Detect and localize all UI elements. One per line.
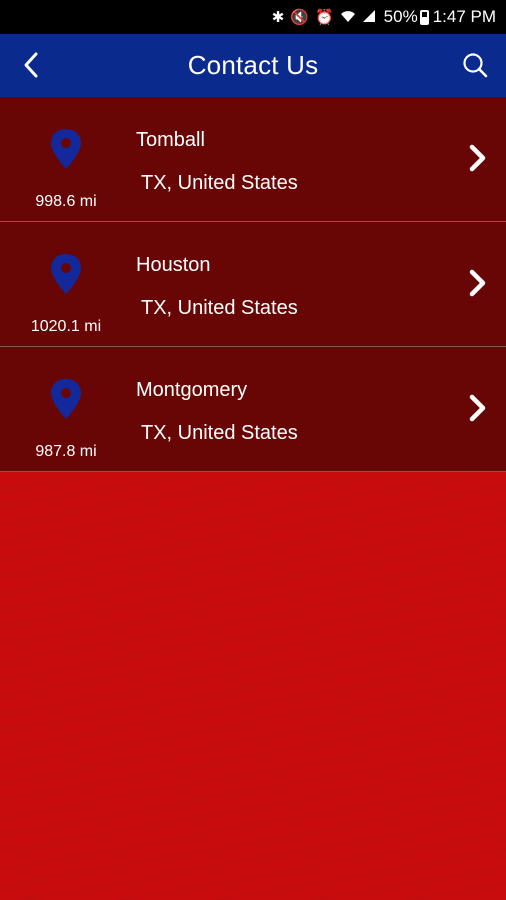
map-pin-icon <box>51 254 81 294</box>
bluetooth-icon: ✱ <box>271 8 285 26</box>
battery-icon <box>419 9 429 25</box>
location-distance: 1020.1 mi <box>30 318 102 335</box>
mute-icon: 🔇 <box>290 8 309 26</box>
battery-percent: 50% <box>383 7 418 26</box>
chevron-left-icon <box>24 52 38 78</box>
signal-icon <box>362 9 376 26</box>
back-button[interactable] <box>14 48 48 82</box>
app-bar: Contact Us <box>0 34 506 97</box>
search-button[interactable] <box>458 48 492 82</box>
location-list: 998.6 mi Tomball TX, United States 1020.… <box>0 97 506 472</box>
location-item-tomball[interactable]: 998.6 mi Tomball TX, United States <box>0 97 506 222</box>
location-region: TX, United States <box>141 422 298 444</box>
status-icons: ✱ 🔇 ⏰ <box>272 9 376 26</box>
status-bar: ✱ 🔇 ⏰ 50% 1:47 PM <box>0 0 506 34</box>
map-pin-icon <box>51 129 81 169</box>
wifi-icon <box>340 9 356 26</box>
location-name: Houston <box>136 254 211 276</box>
background-pattern <box>0 474 506 900</box>
chevron-right-icon <box>469 394 486 422</box>
location-region: TX, United States <box>141 297 298 319</box>
chevron-right-icon <box>469 269 486 297</box>
location-name: Tomball <box>136 129 205 151</box>
location-distance: 987.8 mi <box>35 443 97 460</box>
chevron-right-icon <box>469 144 486 172</box>
location-region: TX, United States <box>141 172 298 194</box>
search-icon <box>463 53 488 78</box>
clock: 1:47 PM <box>432 7 496 26</box>
location-distance: 998.6 mi <box>35 193 97 210</box>
location-item-montgomery[interactable]: 987.8 mi Montgomery TX, United States <box>0 347 506 472</box>
location-item-houston[interactable]: 1020.1 mi Houston TX, United States <box>0 222 506 347</box>
location-name: Montgomery <box>136 379 248 401</box>
map-pin-icon <box>51 379 81 419</box>
page-title: Contact Us <box>187 50 319 80</box>
alarm-icon: ⏰ <box>314 8 334 26</box>
